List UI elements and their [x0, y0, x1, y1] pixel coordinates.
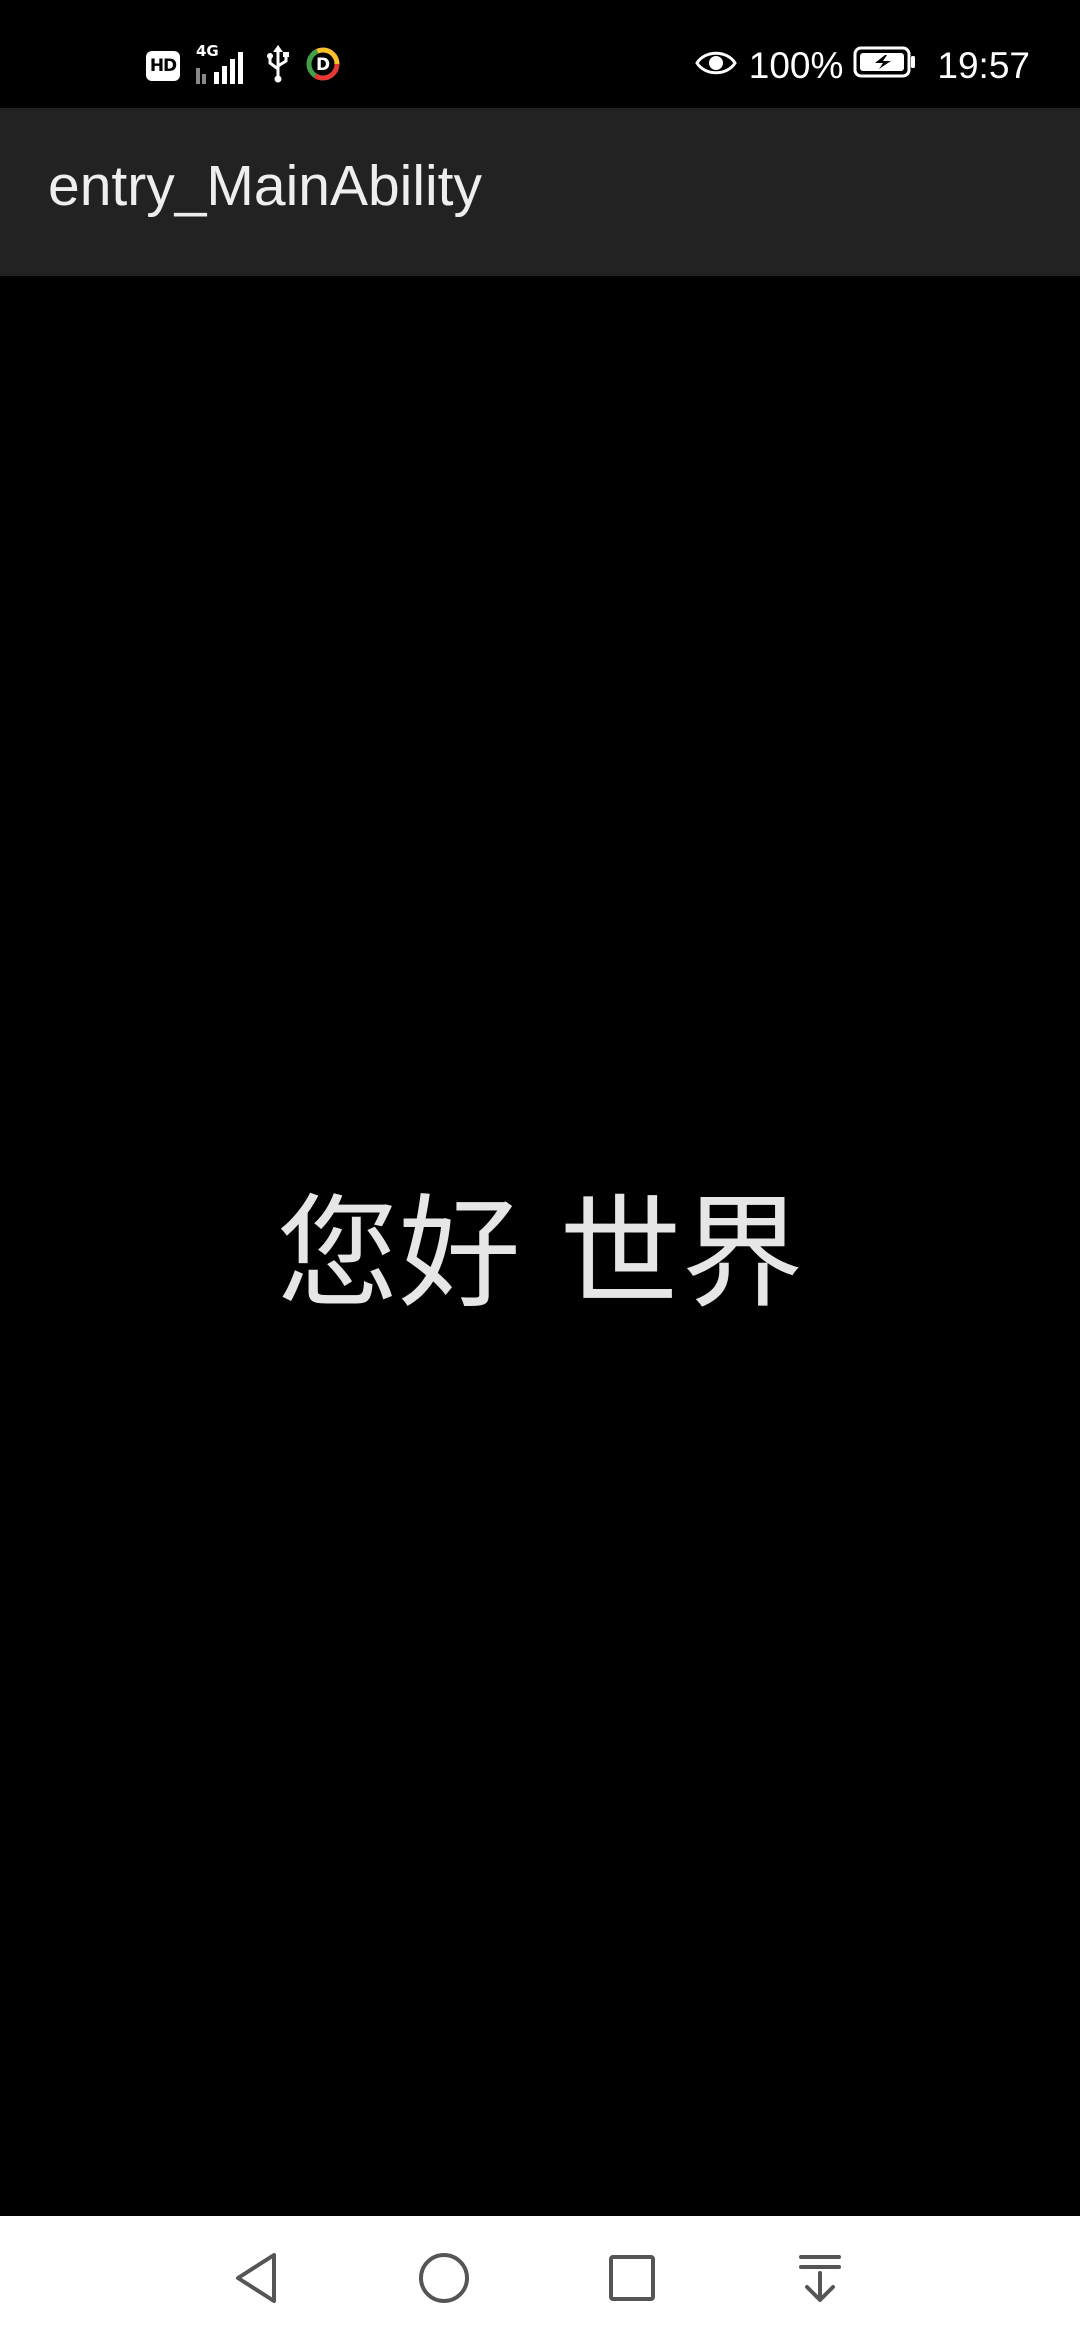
- back-icon: [236, 2253, 276, 2303]
- notification-pulldown-icon: [799, 2255, 841, 2302]
- home-button[interactable]: [414, 2248, 474, 2308]
- system-nav-bar: [0, 2216, 1080, 2340]
- recents-icon: [609, 2255, 655, 2301]
- notification-pulldown-button[interactable]: [790, 2248, 850, 2308]
- status-right-group: 100% 19:57: [695, 44, 1030, 88]
- recents-button[interactable]: [602, 2248, 662, 2308]
- svg-text:D: D: [316, 55, 330, 75]
- main-content: 您好 世界: [0, 276, 1080, 2216]
- battery-charging-icon: [853, 45, 917, 87]
- app-screen: HD 4G D 100% 19:57 entry_MainAbility 您好 …: [0, 0, 1080, 2340]
- page-title: entry_MainAbility: [48, 154, 483, 218]
- battery-percent: 100%: [748, 45, 844, 86]
- hello-world-text: 您好 世界: [276, 1183, 804, 1325]
- app-notification-icon: D: [306, 47, 340, 85]
- usb-icon: [264, 45, 292, 87]
- status-left-group: HD 4G D: [146, 42, 340, 88]
- app-title-bar: entry_MainAbility: [0, 108, 1080, 276]
- clock-time: 19:57: [937, 45, 1030, 86]
- signal-icon: 4G: [194, 42, 250, 86]
- home-icon: [419, 2253, 469, 2303]
- eye-comfort-icon: [695, 45, 737, 87]
- hd-icon: HD: [146, 51, 180, 81]
- back-button[interactable]: [226, 2248, 286, 2308]
- status-bar: HD 4G D 100% 19:57: [0, 0, 1080, 108]
